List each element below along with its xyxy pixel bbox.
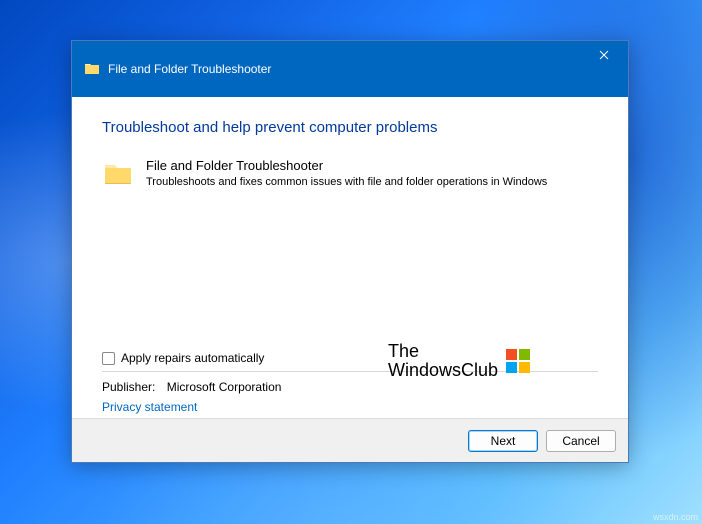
dialog-footer: Next Cancel xyxy=(72,418,628,462)
item-description: Troubleshoots and fixes common issues wi… xyxy=(146,175,598,189)
attribution-text: wsxdn.com xyxy=(653,512,698,522)
close-icon xyxy=(599,50,609,60)
publisher-label: Publisher: xyxy=(102,380,155,394)
dialog-content: Troubleshoot and help prevent computer p… xyxy=(72,97,628,418)
item-title: File and Folder Troubleshooter xyxy=(146,158,598,173)
troubleshooter-item[interactable]: File and Folder Troubleshooter Troublesh… xyxy=(102,154,598,194)
publisher-value: Microsoft Corporation xyxy=(167,380,282,394)
watermark-text: The WindowsClub xyxy=(388,342,498,380)
close-button[interactable] xyxy=(580,41,628,69)
page-heading: Troubleshoot and help prevent computer p… xyxy=(102,119,598,136)
troubleshooter-dialog: File and Folder Troubleshooter Troublesh… xyxy=(71,40,629,463)
folder-icon xyxy=(102,158,134,190)
windows-logo-icon xyxy=(506,349,530,373)
folder-icon xyxy=(84,61,100,77)
next-button[interactable]: Next xyxy=(468,430,538,452)
window-title: File and Folder Troubleshooter xyxy=(108,62,271,76)
apply-repairs-label[interactable]: Apply repairs automatically xyxy=(121,351,264,365)
publisher-row: Publisher: Microsoft Corporation xyxy=(102,380,598,394)
titlebar: File and Folder Troubleshooter xyxy=(72,41,628,97)
troubleshooter-item-text: File and Folder Troubleshooter Troublesh… xyxy=(146,158,598,189)
cancel-button[interactable]: Cancel xyxy=(546,430,616,452)
privacy-statement-link[interactable]: Privacy statement xyxy=(102,400,598,414)
apply-repairs-checkbox[interactable] xyxy=(102,352,115,365)
watermark: The WindowsClub xyxy=(388,342,530,380)
